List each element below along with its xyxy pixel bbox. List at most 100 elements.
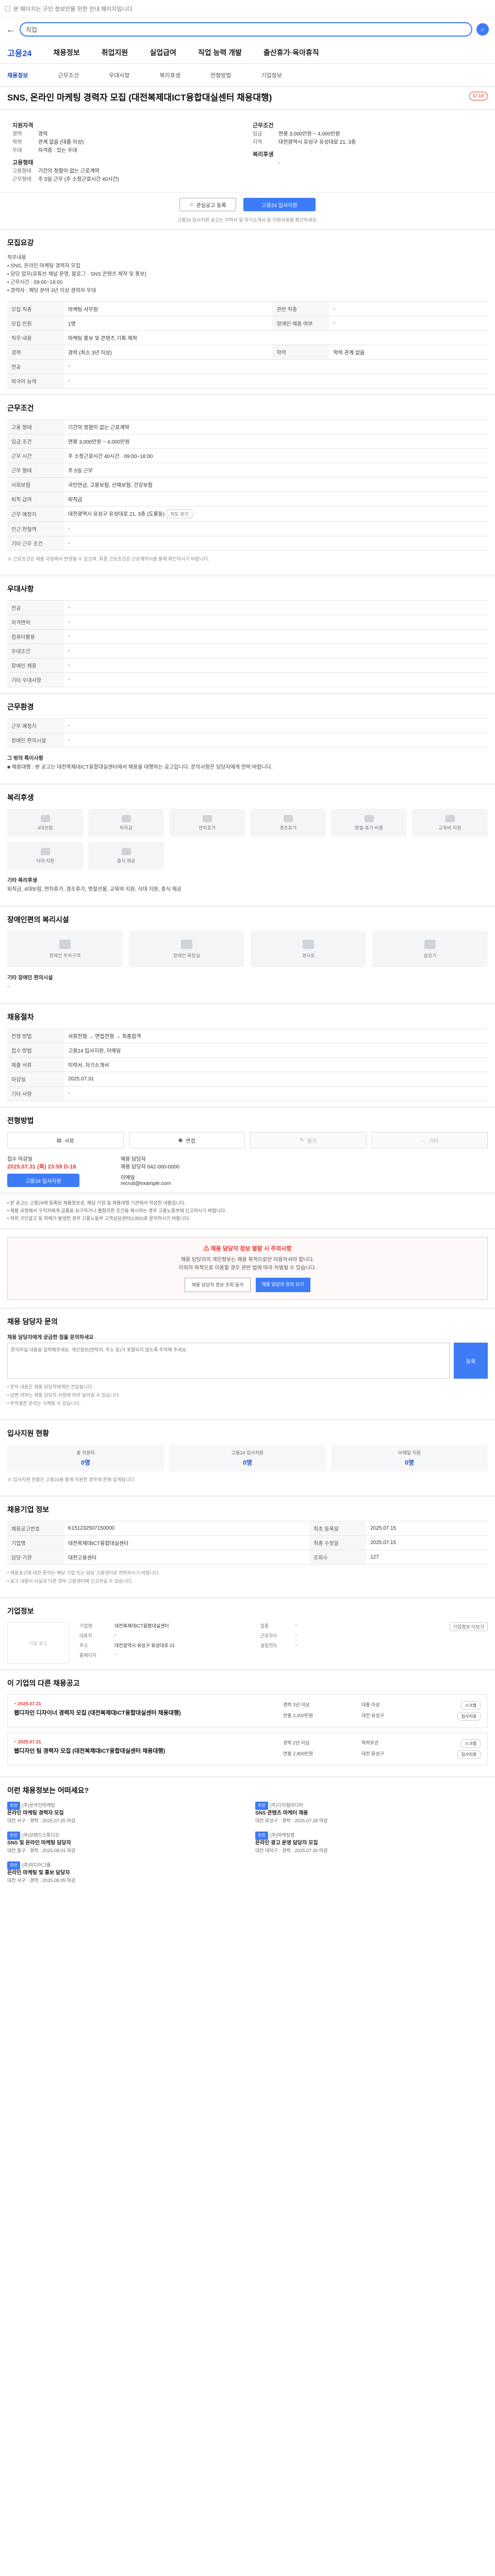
qna-note: • 문의 내용은 채용 담당자에게만 전달됩니다. [7, 1384, 94, 1389]
job-card[interactable]: ~ 2025.07.31 웹디자인 팀 경력자 모집 (대전복제대ICT융합대실… [7, 1733, 488, 1766]
stat-label: 고용24 입사지원 [231, 1450, 264, 1455]
view-contact-button[interactable]: 채용 담당자 정보 보기 [255, 1278, 310, 1292]
recommend-meta: 대전 대덕구 · 경력 · 2025.07.30 마감 [255, 1848, 328, 1853]
stat-value: 0명 [243, 1459, 252, 1466]
tab-process[interactable]: 전형방법 [210, 71, 231, 79]
td: 2025.07.15 [366, 1535, 488, 1550]
job-card-main: ~ 2025.07.31 웹디자인 디자이너 경력자 모집 (대전복제대ICT융… [14, 1701, 276, 1721]
td: - [64, 359, 488, 374]
tab-prefer[interactable]: 우대사항 [109, 71, 129, 79]
recommend-item[interactable]: 추천 (주)디지털미디어 SNS 콘텐츠 마케터 채용 대전 유성구 · 경력 · 2… [255, 1802, 488, 1824]
back-arrow-icon[interactable]: ← [6, 24, 15, 35]
method-interview: ◉ 면접 [128, 1132, 245, 1148]
job-card[interactable]: ~ 2025.07.31 웹디자인 디자이너 경력자 모집 (대전복제대ICT융… [7, 1694, 488, 1727]
job-card-main: ~ 2025.07.31 웹디자인 팀 경력자 모집 (대전복제대ICT융합대실… [14, 1739, 276, 1759]
recommend-item[interactable]: 추천 (주)미디어그룹 온라인 마케팅 및 홍보 담당자 대전 서구 · 경력 · 2… [7, 1861, 240, 1884]
recommend-badge: 추천 [7, 1861, 20, 1870]
top-notice-text: 본 페이지는 구인 정보만을 위한 안내 페이지입니다 [13, 6, 133, 12]
td: - [64, 672, 488, 687]
recommend-org: (주)브랜드스튜디오 [22, 1833, 59, 1838]
search-value[interactable]: 직업 [26, 25, 37, 34]
recommend-title[interactable]: 온라인 마케팅 경력자 모집 [7, 1810, 240, 1817]
facility-item: 장애인 화장실 [129, 931, 244, 967]
job-title-link[interactable]: 웹디자인 디자이너 경력자 모집 (대전복제대ICT융합대실센터 채용대행) [14, 1708, 276, 1717]
section-stats: 입사지원 현황 총 지원자 0명 고용24 입사지원 0명 이메일 지원 0명 ※ 입… [0, 1421, 495, 1497]
search-input[interactable]: 직업 [20, 22, 472, 37]
job-scrap-button[interactable]: 스크랩 [460, 1701, 481, 1710]
consent-button[interactable]: 채용 담당자 정보 조회 동의 [185, 1278, 251, 1292]
deadline-value: 2025.07.31 (목) 23:59 D-16 [7, 1162, 110, 1171]
td: - [64, 374, 488, 388]
welfare-sub-title: 기타 복리후생 [7, 878, 37, 884]
recommend-item[interactable]: 추천 (주)브랜드스튜디오 SNS 및 온라인 마케팅 담당자 대전 중구 · 경력 … [7, 1832, 240, 1854]
apply-button[interactable]: 고용24 입사지원 [243, 198, 316, 211]
td: - [64, 536, 488, 551]
td: 학력 관계 없음 [329, 345, 488, 360]
scrap-button[interactable]: ☆ 관심공고 등록 [179, 198, 236, 211]
tab-welfare[interactable]: 복리후생 [159, 71, 180, 79]
ramp-icon [303, 939, 314, 949]
recommend-org: (주)마케팅랩 [270, 1833, 295, 1838]
th: 관련 직종 [272, 301, 329, 316]
email-value: recruit@example.com [121, 1181, 171, 1187]
recommend-grid: 추천 (주)온라인마케팅 온라인 마케팅 경력자 모집 대전 서구 · 경력 · 20… [7, 1802, 488, 1884]
apply-button-2[interactable]: 고용24 입사지원 [7, 1174, 79, 1187]
gnb-item[interactable]: 출산휴가·육아휴직 [263, 47, 319, 58]
warning-text: 채용 담당자의 개인정보는 채용 목적으로만 이용하셔야 합니다. [180, 1257, 315, 1263]
th: 학력 [272, 345, 329, 360]
site-logo[interactable]: 고용24 [7, 46, 31, 59]
section-title: 이런 채용정보는 어떠세요? [7, 1786, 89, 1794]
process-table: 전형 방법 서류전형 → 면접전형 → 최종합격 접수 방법 고용24 입사지원, … [7, 1028, 488, 1101]
recommend-title[interactable]: 온라인 마케팅 및 홍보 담당자 [7, 1870, 240, 1877]
recommend-item[interactable]: 추천 (주)온라인마케팅 온라인 마케팅 경력자 모집 대전 서구 · 경력 · 20… [7, 1802, 240, 1824]
job-apply-button[interactable]: 입사지원 [456, 1712, 481, 1721]
company-value: 대전복제대ICT융합대실센터 [114, 1623, 169, 1629]
gnb-item[interactable]: 취업지원 [102, 47, 128, 58]
recommend-meta: 대전 유성구 · 경력 · 2025.07.28 마감 [255, 1818, 328, 1823]
tab-recruit[interactable]: 채용정보 [7, 71, 28, 79]
welfare-label: 경조휴가 [279, 825, 297, 831]
qna-register-button[interactable]: 등록 [454, 1343, 488, 1379]
qna-input[interactable] [7, 1343, 450, 1379]
welfare-label: 연차휴가 [198, 825, 216, 831]
td: - [329, 316, 488, 331]
section-title: 모집요강 [7, 239, 34, 247]
tab-company[interactable]: 기업정보 [261, 71, 282, 79]
checkbox-icon[interactable] [5, 6, 10, 11]
gnb-item[interactable]: 실업급여 [150, 47, 176, 58]
td: - [64, 718, 488, 733]
map-button[interactable]: 지도 보기 [167, 510, 192, 518]
recommend-item[interactable]: 추천 (주)마케팅랩 온라인 광고 운영 담당자 모집 대전 대덕구 · 경력 · 2… [255, 1832, 488, 1854]
recommend-title[interactable]: 온라인 광고 운영 담당자 모집 [255, 1840, 488, 1847]
company-key [260, 1652, 291, 1658]
gnb-item[interactable]: 채용정보 [53, 47, 80, 58]
recommend-badge: 추천 [7, 1802, 20, 1810]
tab-condition[interactable]: 근무조건 [58, 71, 78, 79]
deadline-box: 접수 마감일 2025.07.31 (목) 23:59 D-16 고용24 입사… [7, 1155, 488, 1187]
td: 마케팅 홍보 및 콘텐츠 기획·제작 [64, 330, 488, 345]
section-recruit: 모집요강 직무내용 • SNS, 온라인 마케팅 경력자 모집 • 담당 업무(… [0, 230, 495, 396]
recommend-title[interactable]: SNS 콘텐츠 마케터 채용 [255, 1810, 488, 1817]
th: 모집 직종 [7, 301, 64, 316]
summary-value: 관계 없음 (대졸 이상) [38, 140, 84, 145]
gnb-item[interactable]: 직업 능력 개발 [198, 47, 242, 58]
td: 경력 (최소 3년 이상) [64, 345, 273, 360]
job-scrap-button[interactable]: 스크랩 [460, 1739, 481, 1748]
company-value: - [295, 1632, 297, 1637]
job-title-link[interactable]: 웹디자인 팀 경력자 모집 (대전복제대ICT융합대실센터 채용대행) [14, 1747, 276, 1755]
td: - [64, 521, 488, 536]
summary-key: 경력 [12, 131, 22, 137]
search-icon[interactable]: ⌕ [476, 23, 489, 36]
summary-key: 학력 [12, 140, 22, 145]
gift-icon [364, 815, 374, 822]
method-label: 필기 [307, 1138, 317, 1144]
company-more-button[interactable]: 기업정보 더보기 [449, 1622, 488, 1631]
welfare-item: 4대보험 [7, 809, 83, 837]
recommend-org: (주)디지털미디어 [270, 1803, 303, 1808]
welfare-label: 중식 제공 [117, 858, 136, 863]
th: 최초 등록일 [309, 1521, 367, 1536]
recommend-title[interactable]: SNS 및 온라인 마케팅 담당자 [7, 1840, 240, 1847]
stat-item: 이메일 지원 0명 [331, 1445, 488, 1471]
job-apply-button[interactable]: 입사지원 [456, 1750, 481, 1759]
company-key: 설립연도 [260, 1643, 277, 1648]
